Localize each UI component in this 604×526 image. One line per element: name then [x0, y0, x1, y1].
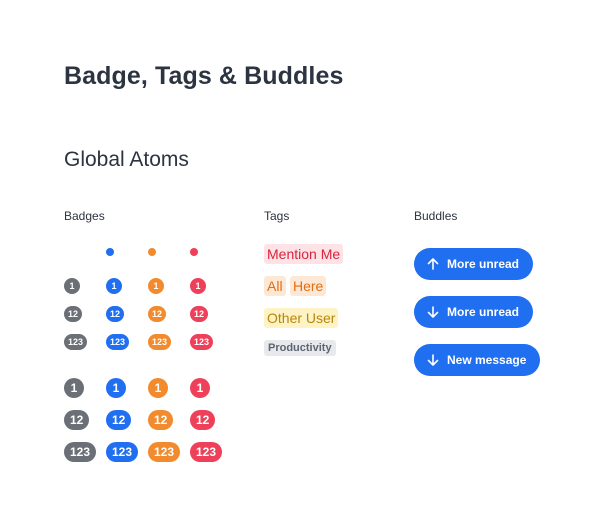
arrow-up-icon: [427, 258, 439, 270]
badge-small-orange: 123: [148, 334, 172, 350]
tag-productivity[interactable]: Productivity: [264, 340, 336, 356]
badge-small-red: 12: [190, 306, 209, 322]
tag-mention-me[interactable]: Mention Me: [264, 244, 344, 264]
badge-small-orange: 12: [148, 306, 167, 322]
buddle-label: More unread: [447, 305, 520, 319]
more-unread-up-button[interactable]: More unread: [414, 248, 534, 280]
badge-large-red: 12: [190, 410, 216, 430]
arrow-down-icon: [427, 354, 439, 366]
new-message-button[interactable]: New message: [414, 344, 541, 376]
arrow-down-icon: [427, 306, 439, 318]
badge-large-gray: 1: [64, 378, 84, 398]
badge-large-gray: 12: [64, 410, 90, 430]
badge-large-orange: 12: [148, 410, 174, 430]
tag-other-user[interactable]: Other User: [264, 308, 339, 328]
buddle-label: New message: [447, 353, 527, 367]
badge-large-gray: 123: [64, 442, 97, 462]
badge-small-red: 1: [190, 278, 206, 294]
section-title: Global Atoms: [64, 148, 189, 171]
badge-small-red: 123: [190, 334, 214, 350]
badge-large-orange: 1: [148, 378, 168, 398]
badge-small-gray: 12: [64, 306, 83, 322]
tag-here[interactable]: Here: [290, 276, 327, 296]
badge-large-blue: 1: [106, 378, 126, 398]
badge-large-blue: 123: [106, 442, 139, 462]
badge-large-orange: 123: [148, 442, 181, 462]
buddle-label: More unread: [447, 257, 520, 271]
dot-badge-orange: [148, 248, 156, 256]
dot-badge-blue: [106, 248, 114, 256]
badge-large-red: 123: [190, 442, 223, 462]
more-unread-down-button[interactable]: More unread: [414, 296, 534, 328]
badge-small-blue: 1: [106, 278, 122, 294]
badge-small-gray: 1: [64, 278, 80, 294]
dot-badge-red: [190, 248, 198, 256]
badge-small-blue: 12: [106, 306, 125, 322]
tag-all[interactable]: All: [264, 276, 286, 296]
badges-label: Badges: [64, 209, 105, 223]
page-title: Badge, Tags & Buddles: [64, 62, 344, 90]
badge-large-blue: 12: [106, 410, 132, 430]
badge-small-gray: 123: [64, 334, 88, 350]
tags-label: Tags: [264, 209, 290, 223]
badge-small-orange: 1: [148, 278, 164, 294]
buddles-label: Buddles: [414, 209, 458, 223]
badge-small-blue: 123: [106, 334, 130, 350]
badge-large-red: 1: [190, 378, 210, 398]
